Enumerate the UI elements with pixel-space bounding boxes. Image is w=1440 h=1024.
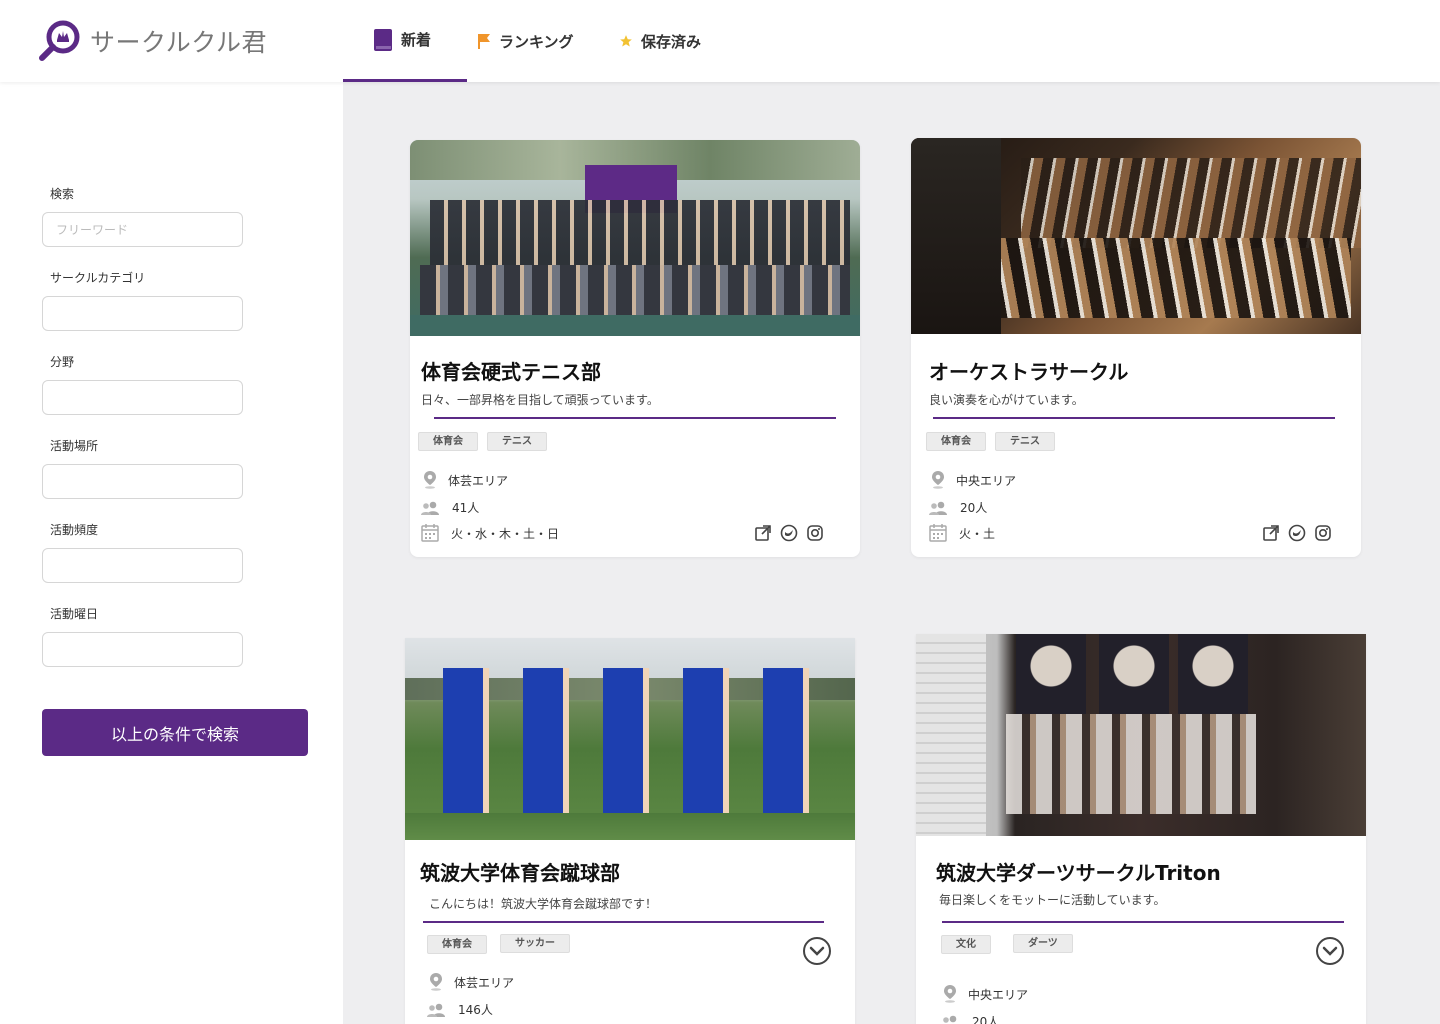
- weekday-select[interactable]: [42, 632, 243, 667]
- tag[interactable]: ダーツ: [1013, 934, 1073, 953]
- tag[interactable]: テニス: [995, 432, 1055, 451]
- external-link-icon[interactable]: [1262, 524, 1280, 542]
- social-links: [1254, 524, 1332, 542]
- area-row: 中央エリア: [932, 471, 1016, 489]
- location-pin-icon: [932, 471, 944, 489]
- logo[interactable]: サークルクル君: [38, 18, 267, 64]
- circle-card[interactable]: オーケストラサークル 良い演奏を心がけています。 体育会 テニス 中央エリア 2…: [911, 138, 1361, 557]
- circle-photo: [911, 138, 1361, 334]
- instagram-icon[interactable]: [1314, 524, 1332, 542]
- circle-description: 良い演奏を心がけています。: [929, 393, 1084, 407]
- tab-new[interactable]: 新着: [343, 0, 467, 82]
- area-text: 体芸エリア: [454, 975, 515, 990]
- circle-description: 毎日楽しくをモットーに活動しています。: [939, 893, 1166, 907]
- field-label: 分野: [50, 355, 75, 369]
- people-icon: [427, 1003, 445, 1017]
- twitter-icon[interactable]: [1288, 524, 1306, 542]
- social-links: [746, 524, 824, 542]
- location-pin-icon: [424, 471, 436, 489]
- tab-ranking[interactable]: ランキング: [467, 0, 607, 82]
- search-sidebar: 検索 サークルカテゴリ 分野 活動場所 活動頻度 活動曜日 以上の条件で検索: [0, 82, 343, 1024]
- calendar-icon: [929, 524, 947, 542]
- divider: [942, 921, 1344, 923]
- location-pin-icon: [944, 985, 956, 1003]
- people-icon: [943, 1015, 957, 1023]
- weekday-label: 活動曜日: [50, 607, 99, 621]
- search-label: 検索: [50, 187, 75, 201]
- magnifier-logo-icon: [39, 20, 80, 61]
- area-row: 中央エリア: [944, 985, 1028, 1003]
- days-text: 火・水・木・土・日: [451, 526, 560, 541]
- members-row: 146人: [426, 1001, 493, 1018]
- instagram-icon[interactable]: [806, 524, 824, 542]
- tag[interactable]: テニス: [487, 432, 547, 451]
- circle-description: 日々、一部昇格を目指して頑張っています。: [421, 393, 659, 407]
- circle-photo: [916, 634, 1366, 836]
- external-link-icon[interactable]: [754, 524, 772, 542]
- tab-new-label: 新着: [401, 31, 432, 49]
- flag-icon: [478, 34, 490, 49]
- circle-photo: [405, 638, 855, 840]
- people-icon: [929, 501, 947, 515]
- calendar-icon: [421, 524, 439, 542]
- frequency-label: 活動頻度: [50, 523, 99, 537]
- twitter-icon[interactable]: [780, 524, 798, 542]
- chevron-down-icon[interactable]: [1315, 936, 1345, 966]
- circle-name: オーケストラサークル: [929, 360, 1129, 384]
- tag[interactable]: 体育会: [418, 432, 478, 451]
- place-label: 活動場所: [50, 439, 99, 453]
- app-title: サークルクル君: [90, 28, 268, 57]
- tag[interactable]: 体育会: [926, 432, 986, 451]
- category-select[interactable]: [42, 296, 243, 331]
- circle-card[interactable]: 筑波大学ダーツサークルTriton 毎日楽しくをモットーに活動しています。 文化…: [916, 634, 1366, 1024]
- tag[interactable]: 文化: [941, 935, 991, 954]
- people-icon: [421, 501, 439, 515]
- members-row: 20人: [928, 499, 987, 516]
- members-text: 146人: [458, 1003, 493, 1017]
- tab-saved[interactable]: 保存済み: [607, 0, 747, 82]
- tab-ranking-label: ランキング: [499, 32, 574, 51]
- tag[interactable]: サッカー: [500, 934, 570, 953]
- main-nav: 新着 ランキング 保存済み: [343, 0, 747, 82]
- area-text: 中央エリア: [956, 473, 1017, 488]
- days-row: 火・土: [929, 524, 995, 542]
- search-input[interactable]: [42, 212, 243, 247]
- circle-photo: [410, 140, 860, 336]
- area-text: 中央エリア: [968, 987, 1029, 1002]
- circle-description: こんにちは！筑波大学体育会蹴球部です！: [429, 897, 658, 911]
- divider: [423, 921, 824, 923]
- days-row: 火・水・木・土・日: [421, 524, 559, 542]
- circle-card[interactable]: 筑波大学体育会蹴球部 こんにちは！筑波大学体育会蹴球部です！ 体育会 サッカー …: [405, 638, 855, 1024]
- area-row: 体芸エリア: [424, 471, 508, 489]
- members-row: 41人: [420, 499, 479, 516]
- circle-name: 筑波大学体育会蹴球部: [420, 861, 620, 885]
- header: サークルクル君 新着 ランキング 保存済み: [0, 0, 1440, 82]
- place-select[interactable]: [42, 464, 243, 499]
- divider: [434, 417, 836, 419]
- field-select[interactable]: [42, 380, 243, 415]
- members-text: 41人: [452, 501, 480, 515]
- tag[interactable]: 体育会: [427, 935, 487, 954]
- frequency-select[interactable]: [42, 548, 243, 583]
- members-row: 20人: [940, 1013, 999, 1024]
- category-label: サークルカテゴリ: [50, 271, 146, 285]
- area-text: 体芸エリア: [448, 473, 509, 488]
- chevron-down-icon[interactable]: [802, 936, 832, 966]
- tab-saved-label: 保存済み: [641, 32, 702, 51]
- members-text: 20人: [972, 1015, 1000, 1024]
- search-submit-button[interactable]: 以上の条件で検索: [42, 709, 308, 756]
- circle-list: 体育会硬式テニス部 日々、一部昇格を目指して頑張っています。 体育会 テニス 体…: [343, 82, 1440, 1024]
- circle-name: 筑波大学ダーツサークルTriton: [936, 861, 1221, 885]
- days-text: 火・土: [959, 526, 996, 541]
- location-pin-icon: [430, 973, 442, 991]
- circle-name: 体育会硬式テニス部: [421, 360, 601, 384]
- star-icon: [620, 35, 632, 47]
- area-row: 体芸エリア: [430, 973, 514, 991]
- book-icon: [374, 28, 392, 51]
- divider: [933, 417, 1335, 419]
- circle-card[interactable]: 体育会硬式テニス部 日々、一部昇格を目指して頑張っています。 体育会 テニス 体…: [410, 140, 860, 557]
- members-text: 20人: [960, 501, 988, 515]
